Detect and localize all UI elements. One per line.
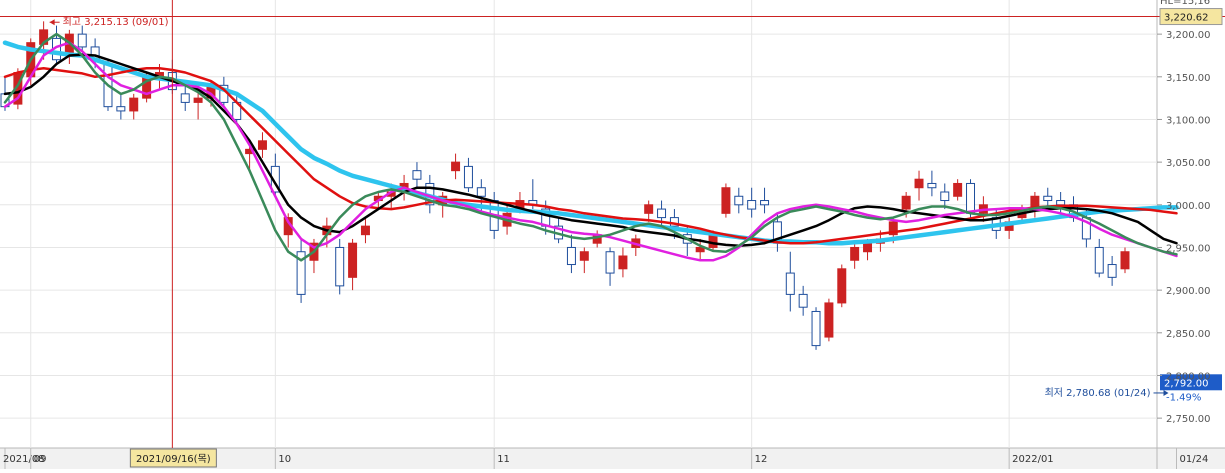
candle-body (463, 165, 473, 189)
x-tick-label: 10 (278, 454, 291, 465)
candle-body (721, 187, 731, 214)
candle-body (901, 195, 911, 210)
candle-body (451, 161, 461, 172)
candle-body (850, 246, 860, 261)
y-tick-label: 2,750.00 (1166, 414, 1211, 425)
candle-body (1094, 246, 1104, 274)
max-annotation: 최고 3,215.13 (09/01) (63, 16, 169, 28)
candle-body (180, 93, 190, 103)
candle-body (798, 293, 808, 308)
candle-body (348, 242, 358, 278)
candlestick-chart: 2021/09/16(목) 3,220.62 HL=15,16 최고 3,215.13… (0, 0, 1225, 469)
y-tick-label: 3,150.00 (1166, 73, 1211, 84)
min-annotation: 최저 2,780.68 (01/24) (1045, 387, 1151, 399)
candle-body (360, 225, 370, 236)
top-right-label: HL=15,16 (1160, 0, 1210, 7)
candle-body (657, 208, 667, 219)
y-tick-label: 3,100.00 (1166, 115, 1211, 126)
candle-body (837, 268, 847, 304)
candle-body (708, 234, 718, 248)
candle-body (966, 182, 976, 214)
y-tick-label: 2,850.00 (1166, 329, 1211, 340)
chart-plot-background (0, 0, 1157, 448)
candle-body (863, 242, 873, 253)
y-tick-label: 2,950.00 (1166, 243, 1211, 254)
candle-body (129, 97, 139, 112)
candle-body (734, 195, 744, 206)
candle-body (1107, 264, 1117, 278)
current-change-label: -1.49% (1166, 392, 1201, 403)
candle-body (476, 187, 486, 197)
candle-body (566, 246, 576, 266)
candle-body (579, 251, 589, 261)
crosshair-date-label: 2021/09/16(목) (136, 453, 211, 465)
candle-body (335, 246, 345, 287)
x-tick-label: 01/24 (1179, 454, 1208, 465)
candle-body (77, 33, 87, 48)
candle-body (605, 251, 615, 274)
candle-body (1120, 251, 1130, 270)
candle-body (953, 182, 963, 197)
x-tick-label: 2022/01 (1012, 454, 1054, 465)
candle-body (940, 191, 950, 202)
y-tick-label: 3,050.00 (1166, 158, 1211, 169)
candle-body (193, 97, 203, 103)
candle-body (824, 302, 834, 338)
x-tick-label: 11 (497, 454, 510, 465)
candle-body (747, 200, 757, 210)
candle-body (1043, 195, 1053, 202)
y-tick-label: 3,200.00 (1166, 30, 1211, 41)
candle-body (412, 170, 422, 180)
candle-body (1056, 200, 1066, 206)
x-tick-label: 09 (34, 454, 47, 465)
x-tick-label: 12 (755, 454, 768, 465)
candle-body (760, 200, 770, 206)
candle-body (618, 255, 628, 270)
candle-body (914, 178, 924, 189)
y-tick-label: 3,000.00 (1166, 201, 1211, 212)
chart-canvas: 2021/09/16(목) 3,220.62 HL=15,16 최고 3,215.13… (0, 0, 1225, 469)
candle-body (785, 272, 795, 295)
candle-body (927, 182, 937, 189)
crosshair-value-label: 3,220.62 (1164, 13, 1209, 24)
y-tick-label: 2,900.00 (1166, 286, 1211, 297)
candle-body (257, 140, 267, 150)
candle-body (116, 106, 126, 112)
candle-body (644, 204, 654, 214)
candle-body (811, 310, 821, 347)
y-tick-label: 2,800.00 (1166, 371, 1211, 382)
